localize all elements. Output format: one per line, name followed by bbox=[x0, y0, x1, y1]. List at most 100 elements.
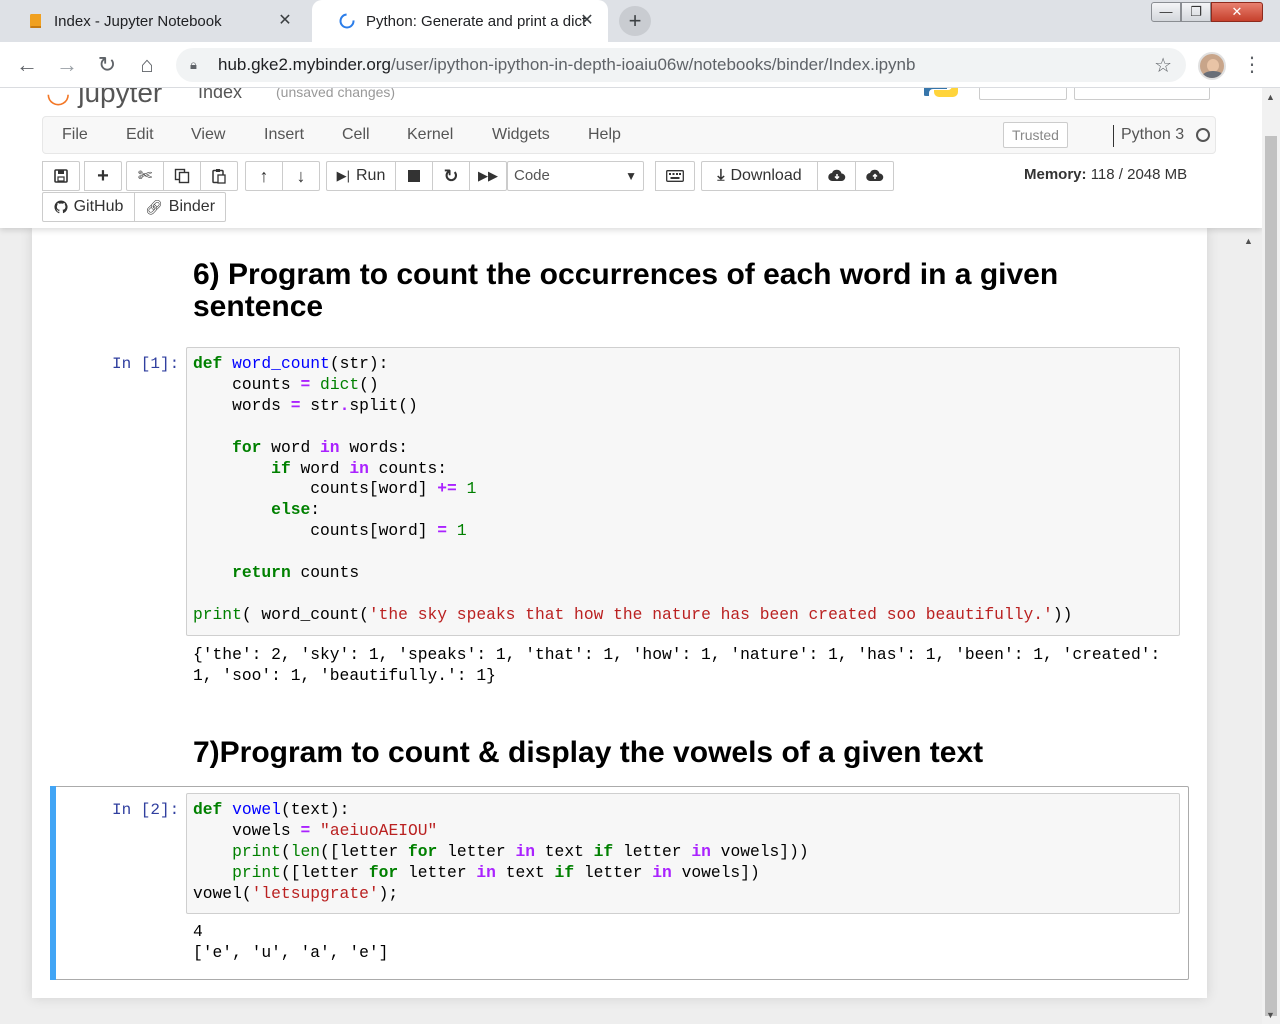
plus-icon: + bbox=[97, 164, 109, 187]
tab-python-dict[interactable]: Python: Generate and print a dict ✕ bbox=[312, 0, 608, 42]
cloud-upload-icon bbox=[865, 169, 883, 182]
kernel-name[interactable]: Python 3 bbox=[1121, 117, 1184, 153]
restart-run-all-button[interactable]: ▶︎▶︎ bbox=[469, 161, 507, 191]
cell-output: {'the': 2, 'sky': 1, 'speaks': 1, 'that'… bbox=[193, 645, 1161, 685]
jupyter-menubar: File Edit View Insert Cell Kernel Widget… bbox=[42, 116, 1216, 154]
close-tab-icon[interactable]: ✕ bbox=[276, 12, 294, 30]
step-forward-icon: ▶︎| bbox=[336, 168, 350, 183]
move-down-button[interactable]: ↓ bbox=[282, 161, 320, 191]
paste-button[interactable] bbox=[200, 161, 238, 191]
w3resource-icon bbox=[338, 12, 356, 30]
jupyter-header: ◡ jupyter Index (unsaved changes) File E… bbox=[0, 88, 1262, 228]
cell-output: 4 ['e', 'u', 'a', 'e'] bbox=[193, 922, 389, 962]
browser-toolbar: ← → ↻ ⌂ 🔒︎ hub.gke2.mybinder.org/user/ip… bbox=[0, 42, 1280, 88]
run-button[interactable]: ▶︎| Run bbox=[326, 161, 396, 191]
markdown-heading-7[interactable]: 7)Program to count & display the vowels … bbox=[193, 737, 1173, 769]
move-up-button[interactable]: ↑ bbox=[245, 161, 283, 191]
cell-selection-bar bbox=[50, 786, 56, 980]
kernel-separator bbox=[1113, 125, 1114, 147]
code-input-area[interactable]: def word_count(str): counts = dict() wor… bbox=[186, 347, 1180, 636]
new-tab-button[interactable]: + bbox=[619, 6, 651, 36]
page-scrollbar[interactable]: ▲ ▼ bbox=[1262, 88, 1280, 1024]
notebook-scroll-up-icon[interactable]: ▲ bbox=[1244, 236, 1253, 246]
logout-button[interactable] bbox=[979, 88, 1067, 100]
cut-button[interactable]: ✄ bbox=[126, 161, 164, 191]
clipboard-group: ✄ bbox=[126, 161, 238, 191]
download-icon: ⤓ bbox=[717, 167, 725, 184]
lock-icon: 🔒︎ bbox=[190, 57, 197, 72]
url-host: hub.gke2.mybinder.org bbox=[218, 55, 391, 74]
save-status: (unsaved changes) bbox=[276, 88, 396, 100]
markdown-heading-6[interactable]: 6) Program to count the occurrences of e… bbox=[193, 259, 1173, 323]
browser-tab-bar: Index - Jupyter Notebook ✕ Python: Gener… bbox=[0, 0, 1280, 42]
close-tab-icon[interactable]: ✕ bbox=[578, 12, 596, 30]
cell-type-select[interactable]: Code ▼ bbox=[507, 161, 644, 191]
memory-usage: Memory: 118 / 2048 MB bbox=[1024, 166, 1188, 183]
back-arrow-icon[interactable]: ← bbox=[12, 50, 42, 80]
window-maximize-button[interactable]: ❐ bbox=[1181, 2, 1211, 22]
address-bar[interactable]: 🔒︎ hub.gke2.mybinder.org/user/ipython-ip… bbox=[176, 48, 1186, 82]
forward-arrow-icon[interactable]: → bbox=[52, 50, 82, 80]
links-group: GitHub 🔗︎ Binder bbox=[42, 192, 226, 222]
menu-view[interactable]: View bbox=[191, 117, 225, 153]
arrow-down-icon: ↓ bbox=[296, 165, 306, 186]
link-icon: 🔗︎ bbox=[144, 198, 163, 215]
cloud-upload-button[interactable] bbox=[855, 161, 894, 191]
insert-cell-button[interactable]: + bbox=[84, 161, 122, 191]
fast-forward-icon: ▶︎▶︎ bbox=[478, 168, 498, 183]
interrupt-button[interactable] bbox=[395, 161, 433, 191]
book-icon bbox=[26, 12, 44, 30]
url-path: /user/ipython-ipython-in-depth-ioaiu06w/… bbox=[390, 55, 916, 74]
browser-menu-icon[interactable]: ⋮ bbox=[1242, 50, 1262, 80]
tab-title: Index - Jupyter Notebook bbox=[54, 12, 222, 30]
notebook-container: 6) Program to count the occurrences of e… bbox=[32, 228, 1207, 998]
reload-icon[interactable]: ↻ bbox=[92, 50, 122, 80]
menu-widgets[interactable]: Widgets bbox=[492, 117, 550, 153]
code-input-area[interactable]: def vowel(text): vowels = "aeiuoAEIOU" p… bbox=[186, 793, 1180, 914]
download-button[interactable]: ⤓ Download bbox=[701, 161, 818, 191]
github-icon bbox=[54, 200, 68, 214]
bookmark-star-icon[interactable]: ☆ bbox=[1154, 53, 1172, 78]
stop-icon bbox=[408, 170, 420, 182]
copy-icon bbox=[174, 168, 190, 184]
cloud-download-icon bbox=[827, 169, 845, 182]
kernel-idle-icon bbox=[1196, 128, 1210, 142]
copy-button[interactable] bbox=[163, 161, 201, 191]
menu-insert[interactable]: Insert bbox=[264, 117, 304, 153]
scissors-icon: ✄ bbox=[137, 166, 153, 185]
insert-group: + bbox=[84, 161, 122, 191]
github-button[interactable]: GitHub bbox=[42, 192, 135, 222]
cloud-download-button[interactable] bbox=[817, 161, 856, 191]
menu-edit[interactable]: Edit bbox=[126, 117, 154, 153]
chevron-down-icon: ▼ bbox=[625, 169, 637, 183]
floppy-icon bbox=[54, 169, 68, 183]
save-group bbox=[42, 161, 80, 191]
input-prompt: In [2]: bbox=[112, 801, 180, 819]
scroll-up-icon[interactable]: ▲ bbox=[1266, 92, 1275, 102]
scroll-down-icon[interactable]: ▼ bbox=[1266, 1010, 1275, 1020]
window-minimize-button[interactable]: — bbox=[1151, 2, 1181, 22]
code-editor[interactable]: def word_count(str): counts = dict() wor… bbox=[193, 354, 1072, 626]
python-logo-icon bbox=[924, 88, 958, 97]
profile-avatar[interactable] bbox=[1198, 52, 1226, 80]
trusted-indicator[interactable]: Trusted bbox=[1003, 122, 1068, 148]
window-close-button[interactable]: ✕ bbox=[1211, 2, 1263, 22]
command-palette-button[interactable] bbox=[655, 161, 695, 191]
binder-button[interactable]: 🔗︎ Binder bbox=[134, 192, 226, 222]
menu-help[interactable]: Help bbox=[588, 117, 621, 153]
scrollbar-thumb[interactable] bbox=[1265, 136, 1277, 1016]
home-icon[interactable]: ⌂ bbox=[132, 50, 162, 80]
download-group: ⤓ Download bbox=[701, 161, 894, 191]
control-panel-button[interactable] bbox=[1074, 88, 1210, 100]
paste-icon bbox=[212, 169, 226, 184]
restart-button[interactable]: ↻ bbox=[432, 161, 470, 191]
code-editor[interactable]: def vowel(text): vowels = "aeiuoAEIOU" p… bbox=[193, 800, 809, 905]
save-button[interactable] bbox=[42, 161, 80, 191]
menu-cell[interactable]: Cell bbox=[342, 117, 370, 153]
menu-file[interactable]: File bbox=[62, 117, 88, 153]
menu-kernel[interactable]: Kernel bbox=[407, 117, 453, 153]
tab-index-jupyter[interactable]: Index - Jupyter Notebook ✕ bbox=[0, 0, 306, 42]
input-prompt: In [1]: bbox=[112, 355, 180, 373]
jupyter-logo[interactable]: ◡ jupyter bbox=[46, 88, 162, 109]
notebook-name[interactable]: Index bbox=[198, 88, 242, 103]
